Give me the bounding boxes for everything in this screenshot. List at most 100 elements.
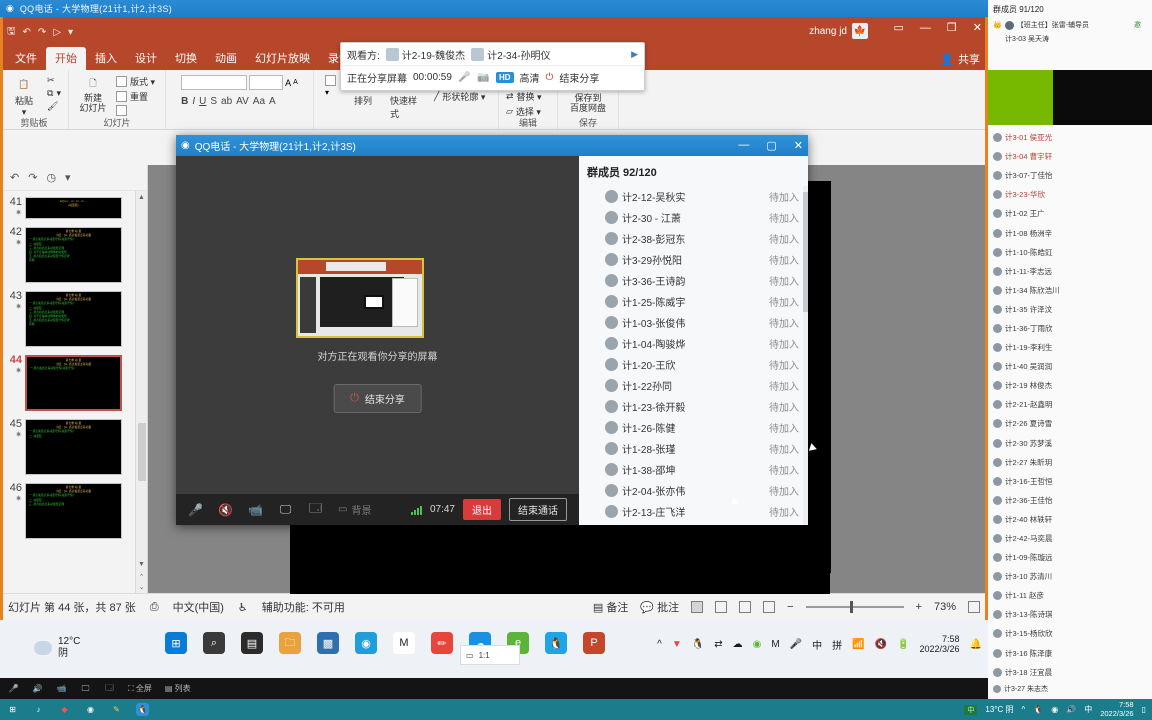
outer-sidebar-member-row[interactable]: 计3-27 朱志杰 (988, 678, 1152, 699)
end-call-button[interactable]: 结束通话 (509, 498, 567, 521)
outer-speaker-icon[interactable]: 🔊 (32, 683, 43, 694)
360-tray-icon[interactable]: ◉ (753, 639, 762, 650)
slide-thumbnail[interactable]: L(t)m r - m - m - m ... (动量矩) (25, 197, 122, 219)
thumbnail-nav-strip[interactable]: ↶ ↷ ◷ ▾ (0, 165, 147, 191)
screen-share-icon[interactable]: 🖵 (278, 502, 293, 517)
sidebar-second-row[interactable]: 计3-03 吴天涛 (988, 32, 1152, 46)
member-row[interactable]: 计1-22孙同 待加入 (579, 375, 808, 396)
screen-share-control-bar[interactable]: 观看方: 计2-19-魏俊杰 计2-34-孙明仪 ▶ 正在分享屏幕 00:00:… (340, 42, 645, 91)
outer-whiteboard-icon[interactable]: 🗔 (104, 683, 115, 694)
shapes-more-icon[interactable]: ▾ (325, 88, 336, 97)
format-painter-button[interactable]: 🖌 (47, 101, 61, 112)
thumbnail-row[interactable]: 44 ✷ 第七章 动 量小结：§1. 质点和质点系动量 一.质点和质点系动量守恒(动量… (0, 351, 135, 415)
sidebar-member-row[interactable]: 计3-01 侯亚光 (988, 128, 1152, 147)
member-row[interactable]: 计2-13-庄飞洋 待加入 (579, 501, 808, 522)
language-label[interactable]: 中文(中国) (173, 599, 224, 615)
exit-button[interactable]: 退出 (463, 499, 501, 520)
thumbnail-row[interactable]: 43 ✷ 第七章 动 量小结：§1. 质点和质点系动量 一.质点和质点系动量守恒(动量… (0, 287, 135, 351)
outer-tray-qq-icon[interactable]: 🐧 (1033, 705, 1043, 714)
sidebar-member-row[interactable]: 计1-10-陈皓豇 (988, 243, 1152, 262)
sidebar-member-row[interactable]: 计1-09-陈璇远 (988, 548, 1152, 567)
comments-button[interactable]: 💬 批注 (640, 599, 679, 615)
sidebar-member-row[interactable]: 计1-11-李志远 (988, 262, 1152, 281)
user-account[interactable]: zhang jd 🍁 (809, 23, 868, 39)
bilibili-icon[interactable]: M (393, 632, 415, 654)
tab-transitions[interactable]: 切换 (166, 47, 206, 70)
slideshow-icon[interactable] (763, 601, 776, 613)
outer-show-desktop-icon[interactable]: ▯ (1142, 705, 1146, 714)
copy-button[interactable]: ⧉ ▾ (47, 88, 61, 99)
end-share-button[interactable]: ⏻ 结束分享 (333, 384, 422, 413)
sidebar-member-row[interactable]: 计1-08 杨洲辛 (988, 223, 1152, 242)
member-row[interactable]: 计3-29孙悦阳 待加入 (579, 249, 808, 270)
sidebar-member-row[interactable]: 计2-36-王佳怡 (988, 491, 1152, 510)
member-row[interactable]: 计1-38-邵坤 待加入 (579, 459, 808, 480)
sidebar-member-row[interactable]: 计2-30 苏梦溪 (988, 434, 1152, 453)
member-row[interactable]: 计2-04-张亦伟 待加入 (579, 480, 808, 501)
reset-button[interactable]: 重置 (115, 90, 158, 103)
font-color-button[interactable]: A (269, 96, 276, 107)
outer-tray-volume-icon[interactable]: 🔊 (1066, 705, 1076, 714)
qq-tray-icon[interactable]: 🐧 (692, 639, 704, 650)
tab-home[interactable]: 开始 (46, 47, 86, 70)
save-icon[interactable]: 🖫 (7, 24, 16, 41)
thumbnail-row[interactable]: 42 ✷ 第七章 动 量小结：§1. 质点和质点系动量 一.质点和质点系动量守恒(动量… (0, 223, 135, 287)
more-icon[interactable]: ▾ (65, 171, 71, 184)
sidebar-member-row[interactable]: 计2-19 林俊杰 (988, 376, 1152, 395)
qq-icon[interactable]: 🐧 (545, 632, 567, 654)
sidebar-member-row[interactable]: 计3-13-陈诗琪 (988, 605, 1152, 624)
outer-mic-off-icon[interactable]: 🎤 (8, 683, 19, 694)
sidebar-owner-row[interactable]: 👑 【班主任】张雷-辅导员 邀 (988, 18, 1152, 32)
sidebar-member-row[interactable]: 计1-40 吴润润 (988, 357, 1152, 376)
notification-icon[interactable]: 🔔 (970, 639, 982, 650)
system-tray[interactable]: ^ ▼ 🐧 ⇄ ☁ ◉ M 🎤 中 拼 📶 🔇 🔋 7:58 2022/3/26… (657, 634, 982, 655)
paste-button[interactable]: 📋 粘贴 ▾ (7, 72, 41, 118)
decrease-font-icon[interactable]: A (293, 79, 298, 86)
ime-pinyin-icon[interactable]: 拼 (832, 637, 842, 652)
viewer-2[interactable]: 计2-34-孙明仪 (471, 47, 551, 62)
font-name-input[interactable] (181, 75, 248, 90)
end-share-label[interactable]: 结束分享 (559, 70, 599, 85)
cut-button[interactable]: ✂ (47, 75, 61, 86)
hd-label[interactable]: 高清 (520, 70, 540, 85)
tray-expand-icon[interactable]: ^ (657, 639, 662, 650)
undo-icon-2[interactable]: ↶ (10, 171, 19, 184)
replace-button[interactable]: ⇄ 替换 ▾ (506, 90, 550, 103)
redo-icon[interactable]: ↷ (38, 27, 46, 38)
shapes-gallery-icon[interactable] (324, 75, 336, 86)
mic-icon[interactable]: 🎤 (458, 71, 471, 84)
sidebar-member-row[interactable]: 计3-04 曹宇轩 (988, 147, 1152, 166)
change-case-button[interactable]: Aa (253, 96, 265, 107)
slide-thumbnail[interactable]: 第七章 动 量小结：§1. 质点和质点系动量 一.质点和质点系动量守恒(动量守恒)… (25, 419, 122, 475)
background-button[interactable]: ▭ 背景 (338, 502, 371, 517)
member-row[interactable]: 计3-36-王诗韵 待加入 (579, 270, 808, 291)
qq-members-scrollbar[interactable] (803, 186, 808, 525)
outer-weather[interactable]: 13°C 阴 (985, 704, 1013, 715)
outer-call-toolbar[interactable]: 🎤 🔊 📹 🖵 🗔 ⛶ 全屏 ▤ 列表 00:53 退出 (0, 678, 1152, 699)
speaker-off-icon[interactable]: 🔇 (218, 502, 233, 517)
outer-windows-taskbar[interactable]: ⊞ ♪ ◆ ◉ ✎ 🐧 中 13°C 阴 ^ 🐧 ◉ 🔊 中 7:58 2022… (0, 699, 1152, 720)
sidebar-member-row[interactable]: 计2-27 朱昕玥 (988, 453, 1152, 472)
copy-dropdown-icon[interactable]: ▾ (56, 88, 61, 99)
wps-icon[interactable]: ✏ (431, 632, 453, 654)
strikethrough-button[interactable]: ab (221, 96, 232, 107)
outer-qq-icon[interactable]: 🐧 (136, 703, 149, 716)
customize-qat-icon[interactable]: ▾ (68, 27, 73, 38)
cloud-tray-icon[interactable]: ☁ (733, 639, 743, 650)
thumbnail-row[interactable]: 46 ✷ 第七章 动 量小结：§1. 质点和质点系动量 一.质点和质点系动量守恒(动量… (0, 479, 135, 543)
sidebar-member-row[interactable]: 计1-34 陈欣浩川 (988, 281, 1152, 300)
ribbon-display-options-icon[interactable]: ▭ (894, 21, 904, 34)
sidebar-member-row[interactable]: 计1-11 赵彦 (988, 586, 1152, 605)
invite-button[interactable]: 邀 (1134, 20, 1147, 30)
mic-tray-icon[interactable]: 🎤 (790, 639, 802, 650)
wifi-icon[interactable]: 📶 (852, 639, 864, 650)
qq-window-controls[interactable]: — ▢ ✕ (738, 139, 803, 152)
member-row[interactable]: 计1-26-陈健 待加入 (579, 417, 808, 438)
outer-fullscreen-button[interactable]: ⛶ 全屏 (128, 683, 152, 694)
mic-icon-toolbar[interactable]: 🎤 (188, 502, 203, 517)
taskbar-pinned-apps[interactable]: ⊞ ⌕ ▤ 🗀 ▩ ◉ M ✏ ☁ e 🐧 P (165, 632, 605, 654)
start-button[interactable]: ⊞ (165, 632, 187, 654)
camera-off-icon[interactable]: 📷 (477, 71, 490, 84)
outer-start-icon[interactable]: ⊞ (6, 703, 19, 716)
italic-button[interactable]: I (192, 96, 195, 107)
